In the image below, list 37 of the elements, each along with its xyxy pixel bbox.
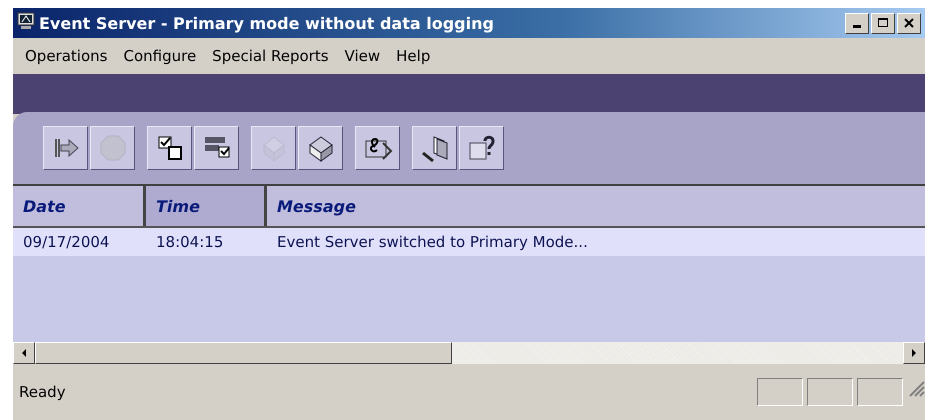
status-pane xyxy=(807,378,853,406)
resize-grip-icon[interactable] xyxy=(907,379,925,397)
left-arrow-icon xyxy=(20,348,28,358)
toolbar-button[interactable] xyxy=(43,126,88,170)
window-title: Event Server - Primary mode without data logging xyxy=(39,14,495,32)
menu-item[interactable]: Special Reports xyxy=(204,47,337,65)
table-row[interactable]: 09/17/2004 18:04:15 Event Server switched to Primary Mode... xyxy=(13,228,925,256)
close-icon xyxy=(903,17,915,29)
minimize-icon xyxy=(853,25,861,28)
scroll-right-button[interactable] xyxy=(903,342,925,364)
table-cell-text: Event Server switched to Primary Mode... xyxy=(276,233,588,251)
menu-item[interactable]: Operations xyxy=(17,47,116,65)
menu-item[interactable]: Configure xyxy=(115,47,204,65)
scroll-thumb[interactable] xyxy=(35,342,452,364)
toolbar-button[interactable] xyxy=(412,126,457,170)
menu-item[interactable]: View xyxy=(336,47,388,65)
minimize-button[interactable] xyxy=(845,12,869,34)
close-button[interactable] xyxy=(897,12,921,34)
table-cell-text: 18:04:15 xyxy=(155,233,224,251)
menu-item[interactable]: Help xyxy=(388,47,438,65)
status-pane xyxy=(857,378,903,406)
maximize-icon xyxy=(877,17,889,29)
stop-sign-icon xyxy=(98,133,128,163)
maximize-button[interactable] xyxy=(871,12,895,34)
table-cell-text: 09/17/2004 xyxy=(22,233,110,251)
column-header[interactable]: Time xyxy=(146,186,267,226)
monitor-icon xyxy=(17,12,35,30)
toolbar-button[interactable] xyxy=(459,126,504,170)
toolbar-button[interactable] xyxy=(298,126,343,170)
toolbar-button[interactable] xyxy=(147,126,192,170)
toolbar-button[interactable] xyxy=(194,126,239,170)
status-text: Ready xyxy=(19,383,67,401)
toolbar-button[interactable] xyxy=(355,126,400,170)
column-header[interactable]: Message xyxy=(267,186,925,226)
status-pane xyxy=(757,378,803,406)
right-arrow-icon xyxy=(910,348,918,358)
scroll-left-button[interactable] xyxy=(13,342,35,364)
